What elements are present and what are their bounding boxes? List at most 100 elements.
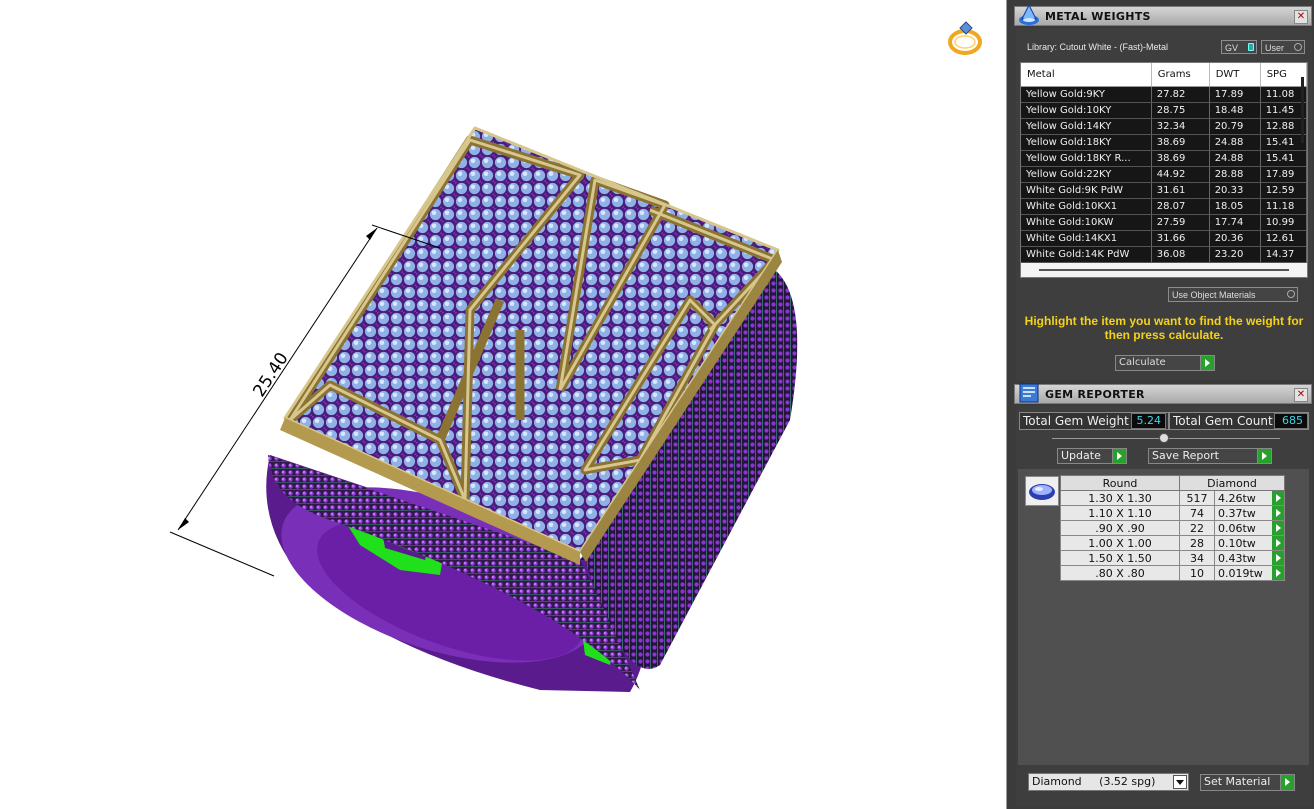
metal-row[interactable]: White Gold:14KX1 31.66 20.36 12.61 xyxy=(1021,230,1307,247)
metal-table[interactable]: Metal Grams DWT SPG Yellow Gold:9KY 27.82… xyxy=(1020,62,1308,278)
gem-weight-text: 0.10tw xyxy=(1218,536,1256,550)
play-icon[interactable] xyxy=(1272,551,1284,565)
gem-reporter-title: GEM REPORTER xyxy=(1045,388,1145,401)
play-icon xyxy=(1200,356,1214,370)
gem-row[interactable]: 1.10 X 1.10 74 0.37tw xyxy=(1060,505,1285,521)
gem-weight-cell: 0.10tw xyxy=(1214,535,1285,551)
3d-viewport[interactable]: 25.40 xyxy=(0,0,1007,809)
metal-cell: 31.66 xyxy=(1151,230,1210,247)
metal-cell: Yellow Gold:10KY xyxy=(1021,102,1152,119)
metal-cell: 20.36 xyxy=(1209,230,1261,247)
metal-cell: 44.92 xyxy=(1151,166,1210,183)
metal-cell: 18.05 xyxy=(1209,198,1261,215)
gem-weight-cell: 0.06tw xyxy=(1214,520,1285,536)
gv-toggle[interactable]: GV xyxy=(1221,40,1257,54)
gem-row[interactable]: 1.30 X 1.30 517 4.26tw xyxy=(1060,490,1285,506)
gem-reporter-icon xyxy=(1019,383,1039,403)
metal-row[interactable]: Yellow Gold:18KY 38.69 24.88 15.41 xyxy=(1021,134,1307,151)
calculate-button[interactable]: Calculate xyxy=(1115,355,1215,371)
user-toggle[interactable]: User xyxy=(1261,40,1305,54)
gem-row[interactable]: 1.00 X 1.00 28 0.10tw xyxy=(1060,535,1285,551)
metal-cell: 10.99 xyxy=(1260,214,1307,231)
ring-logo-icon[interactable] xyxy=(948,21,982,55)
metal-cell: 23.20 xyxy=(1209,246,1261,263)
metal-cell: 38.69 xyxy=(1151,150,1210,167)
col-header-grams[interactable]: Grams xyxy=(1151,63,1210,87)
gv-toggle-label: GV xyxy=(1225,43,1239,53)
play-icon[interactable] xyxy=(1272,491,1284,505)
gem-weight-cell: 0.019tw xyxy=(1214,565,1285,581)
use-object-materials-label: Use Object Materials xyxy=(1172,290,1256,300)
metal-cell: 20.33 xyxy=(1209,182,1261,199)
set-material-button[interactable]: Set Material xyxy=(1200,774,1295,791)
col-header-dwt[interactable]: DWT xyxy=(1209,63,1261,87)
metal-row[interactable]: White Gold:9K PdW 31.61 20.33 12.59 xyxy=(1021,182,1307,199)
metal-cell: White Gold:14KX1 xyxy=(1021,230,1152,247)
library-label: Library: Cutout White - (Fast)-Metal xyxy=(1027,42,1169,52)
play-icon xyxy=(1112,449,1126,463)
gem-weight-text: 0.06tw xyxy=(1218,521,1256,535)
metal-cell: 18.48 xyxy=(1209,102,1261,119)
play-icon[interactable] xyxy=(1272,536,1284,550)
col-header-metal[interactable]: Metal xyxy=(1021,63,1152,87)
gem-count-cell: 10 xyxy=(1179,565,1215,581)
col-header-spg[interactable]: SPG xyxy=(1260,63,1307,87)
metal-cell: 11.18 xyxy=(1260,198,1307,215)
material-select[interactable]: Diamond (3.52 spg) xyxy=(1028,773,1189,791)
gem-row[interactable]: .80 X .80 10 0.019tw xyxy=(1060,565,1285,581)
play-icon[interactable] xyxy=(1272,521,1284,535)
metal-cell: 15.41 xyxy=(1260,150,1307,167)
metal-row[interactable]: Yellow Gold:9KY 27.82 17.89 11.08 xyxy=(1021,86,1307,103)
gem-count-cell: 22 xyxy=(1179,520,1215,536)
metal-row[interactable]: Yellow Gold:18KY R... 38.69 24.88 15.41 xyxy=(1021,150,1307,167)
metal-cell: 17.89 xyxy=(1260,166,1307,183)
metal-cell: Yellow Gold:14KY xyxy=(1021,118,1152,135)
slider-handle[interactable] xyxy=(1159,433,1169,443)
metal-row[interactable]: White Gold:10KX1 28.07 18.05 11.18 xyxy=(1021,198,1307,215)
update-label: Update xyxy=(1061,449,1101,462)
metal-cell: 31.61 xyxy=(1151,182,1210,199)
gem-reporter-titlebar: GEM REPORTER ✕ xyxy=(1014,383,1312,404)
horizontal-scrollbar[interactable] xyxy=(1039,269,1289,271)
metal-cell: White Gold:10KX1 xyxy=(1021,198,1152,215)
close-icon[interactable]: ✕ xyxy=(1294,10,1308,24)
gem-size-cell: .90 X .90 xyxy=(1060,520,1180,536)
gem-row[interactable]: .90 X .90 22 0.06tw xyxy=(1060,520,1285,536)
gem-weight-text: 0.43tw xyxy=(1218,551,1256,565)
play-icon[interactable] xyxy=(1272,506,1284,520)
metal-cell: 14.37 xyxy=(1260,246,1307,263)
vertical-scrollbar[interactable] xyxy=(1301,77,1304,143)
update-button[interactable]: Update xyxy=(1057,448,1127,464)
play-icon[interactable] xyxy=(1272,566,1284,580)
metal-row[interactable]: Yellow Gold:10KY 28.75 18.48 11.45 xyxy=(1021,102,1307,119)
metal-cell: 38.69 xyxy=(1151,134,1210,151)
user-toggle-label: User xyxy=(1265,43,1285,53)
total-gem-count-value: 685 xyxy=(1274,413,1308,429)
metal-row[interactable]: White Gold:10KW 27.59 17.74 10.99 xyxy=(1021,214,1307,231)
metal-cell: Yellow Gold:18KY R... xyxy=(1021,150,1152,167)
metal-cell: 28.88 xyxy=(1209,166,1261,183)
gem-count-cell: 28 xyxy=(1179,535,1215,551)
metal-row[interactable]: White Gold:14K PdW 36.08 23.20 14.37 xyxy=(1021,246,1307,263)
metal-row[interactable]: Yellow Gold:22KY 44.92 28.88 17.89 xyxy=(1021,166,1307,183)
gem-count-cell: 34 xyxy=(1179,550,1215,566)
metal-cell: 11.08 xyxy=(1260,86,1307,103)
use-object-materials-toggle[interactable]: Use Object Materials xyxy=(1168,287,1298,302)
metal-cell: 12.88 xyxy=(1260,118,1307,135)
total-gem-weight-value: 5.24 xyxy=(1131,413,1166,429)
metal-cell: 20.79 xyxy=(1209,118,1261,135)
save-report-label: Save Report xyxy=(1152,449,1219,462)
gem-row[interactable]: 1.50 X 1.50 34 0.43tw xyxy=(1060,550,1285,566)
round-gem-icon[interactable] xyxy=(1025,476,1059,506)
metal-cell: 24.88 xyxy=(1209,134,1261,151)
gem-weight-cell: 0.37tw xyxy=(1214,505,1285,521)
metal-cell: 27.82 xyxy=(1151,86,1210,103)
metal-cell: 32.34 xyxy=(1151,118,1210,135)
metal-weights-title: METAL WEIGHTS xyxy=(1045,10,1151,23)
close-icon[interactable]: ✕ xyxy=(1294,388,1308,402)
metal-row[interactable]: Yellow Gold:14KY 32.34 20.79 12.88 xyxy=(1021,118,1307,135)
save-report-button[interactable]: Save Report xyxy=(1148,448,1272,464)
calculate-hint: Highlight the item you want to find the … xyxy=(1024,314,1304,342)
gem-weight-text: 0.37tw xyxy=(1218,506,1256,520)
metal-cell: White Gold:9K PdW xyxy=(1021,182,1152,199)
